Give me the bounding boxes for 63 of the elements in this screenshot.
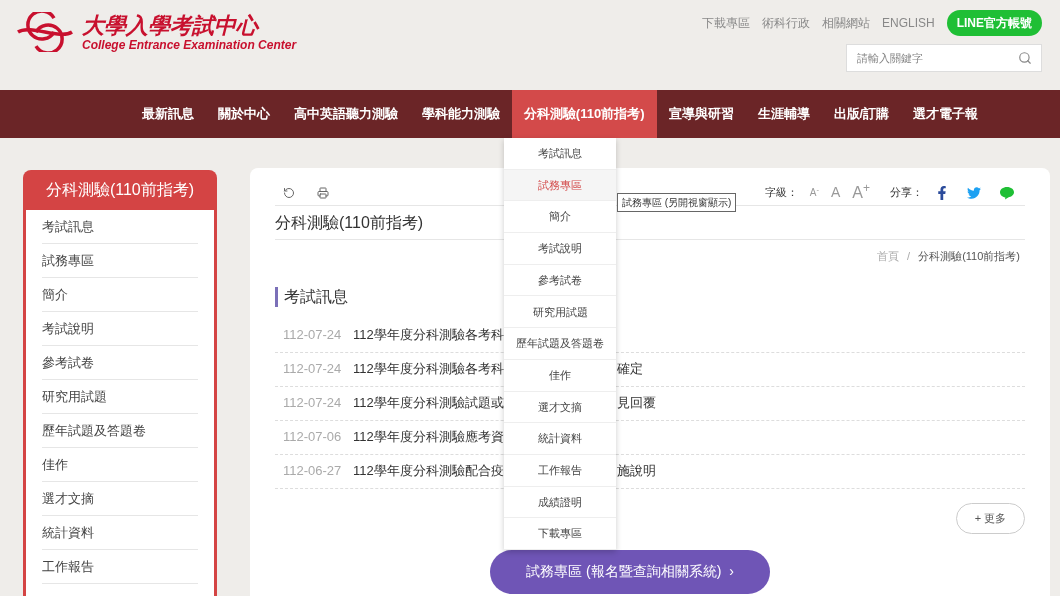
logo-subtitle: College Entrance Examination Center	[82, 38, 297, 52]
sidebar-item[interactable]: 選才文摘	[42, 482, 198, 516]
news-date: 112-07-24	[283, 360, 343, 379]
nav-tab[interactable]: 關於中心	[205, 90, 282, 138]
sidebar-item[interactable]: 研究用試題	[42, 380, 198, 414]
news-title[interactable]: 施說明	[617, 461, 656, 481]
logo-title: 大學入學考試中心	[82, 12, 261, 38]
portal-button[interactable]: 試務專區 (報名暨查詢相關系統) ›	[490, 549, 770, 594]
refresh-icon[interactable]	[283, 186, 295, 199]
search-icon[interactable]	[1018, 51, 1032, 65]
nav-tab[interactable]: 宣導與研習	[656, 90, 746, 138]
news-title[interactable]: 見回覆	[617, 393, 656, 413]
news-title[interactable]: 112學年度分科測驗配合疫	[353, 461, 503, 481]
news-title[interactable]: 112學年度分科測驗各考科	[353, 325, 503, 345]
breadcrumb-item[interactable]: 分科測驗(110前指考)	[918, 248, 1020, 265]
dropdown-item[interactable]: 下載專區	[504, 518, 616, 550]
sidebar-item[interactable]: 歷年試題及答題卷	[42, 414, 198, 448]
news-title[interactable]: 112學年度分科測驗試題或	[353, 393, 503, 413]
sidebar-item[interactable]: 工作報告	[42, 550, 198, 584]
sidebar-item[interactable]: 統計資料	[42, 516, 198, 550]
print-icon[interactable]	[317, 186, 329, 199]
nav-tab[interactable]: 生涯輔導	[745, 90, 822, 138]
nav-tab[interactable]: 選才電子報	[901, 90, 991, 138]
nav-tab[interactable]: 學科能力測驗	[409, 90, 512, 138]
dropdown-item[interactable]: 工作報告	[504, 454, 616, 487]
search-field[interactable]: 請輸入關鍵字	[846, 44, 1042, 72]
news-title[interactable]: 確定	[617, 359, 643, 379]
dropdown-item[interactable]: 佳作	[504, 359, 616, 392]
sidebar-item[interactable]: 考試訊息	[42, 210, 198, 244]
section-title: 考試訊息	[284, 286, 348, 307]
twitter-icon[interactable]	[967, 185, 981, 200]
sidebar-item[interactable]: 試務專區	[42, 244, 198, 278]
news-title[interactable]: 112學年度分科測驗各考科	[353, 359, 503, 379]
sidebar-item[interactable]: 佳作	[42, 448, 198, 482]
nav-tab[interactable]: 高中英語聽力測驗	[281, 90, 410, 138]
dropdown-item[interactable]: 考試說明	[504, 233, 616, 265]
nav-tab[interactable]: 出版/訂購	[821, 90, 902, 138]
news-date: 112-07-06	[283, 428, 343, 447]
tooltip: 試務專區 (另開視窗顯示)	[617, 193, 737, 212]
share-label: 分享：	[890, 185, 923, 201]
sidebar-item[interactable]: 參考試卷	[42, 346, 198, 380]
sidebar-item[interactable]: 考試說明	[42, 312, 198, 346]
dropdown-item[interactable]: 試務專區	[504, 169, 616, 202]
facebook-icon[interactable]	[935, 185, 949, 200]
dropdown-item[interactable]: 研究用試題	[504, 296, 616, 329]
sidebar-title: 分科測驗(110前指考)	[44, 180, 196, 200]
dropdown-item[interactable]: 考試訊息	[504, 138, 616, 170]
dropdown-item[interactable]: 統計資料	[504, 423, 616, 455]
dropdown-item[interactable]: 參考試卷	[504, 264, 616, 297]
breadcrumb-item: /	[907, 249, 911, 264]
dropdown-item[interactable]: 成績證明	[504, 486, 616, 519]
news-date: 112-07-24	[283, 326, 343, 345]
dropdown-item[interactable]: 歷年試題及答題卷	[504, 328, 616, 360]
news-date: 112-06-27	[283, 462, 343, 481]
news-title[interactable]: 112學年度分科測驗應考資	[353, 427, 503, 447]
font-size-label: 字級：	[764, 185, 798, 201]
logo-icon	[14, 12, 76, 52]
dropdown-item[interactable]: 選才文摘	[504, 391, 616, 424]
sidebar-item[interactable]: 簡介	[42, 278, 198, 312]
dropdown-item[interactable]: 簡介	[504, 201, 616, 234]
nav-tab[interactable]: 分科測驗(110前指考)	[511, 90, 657, 138]
nav-tab[interactable]: 最新訊息	[129, 90, 206, 138]
news-date: 112-07-24	[283, 394, 343, 413]
